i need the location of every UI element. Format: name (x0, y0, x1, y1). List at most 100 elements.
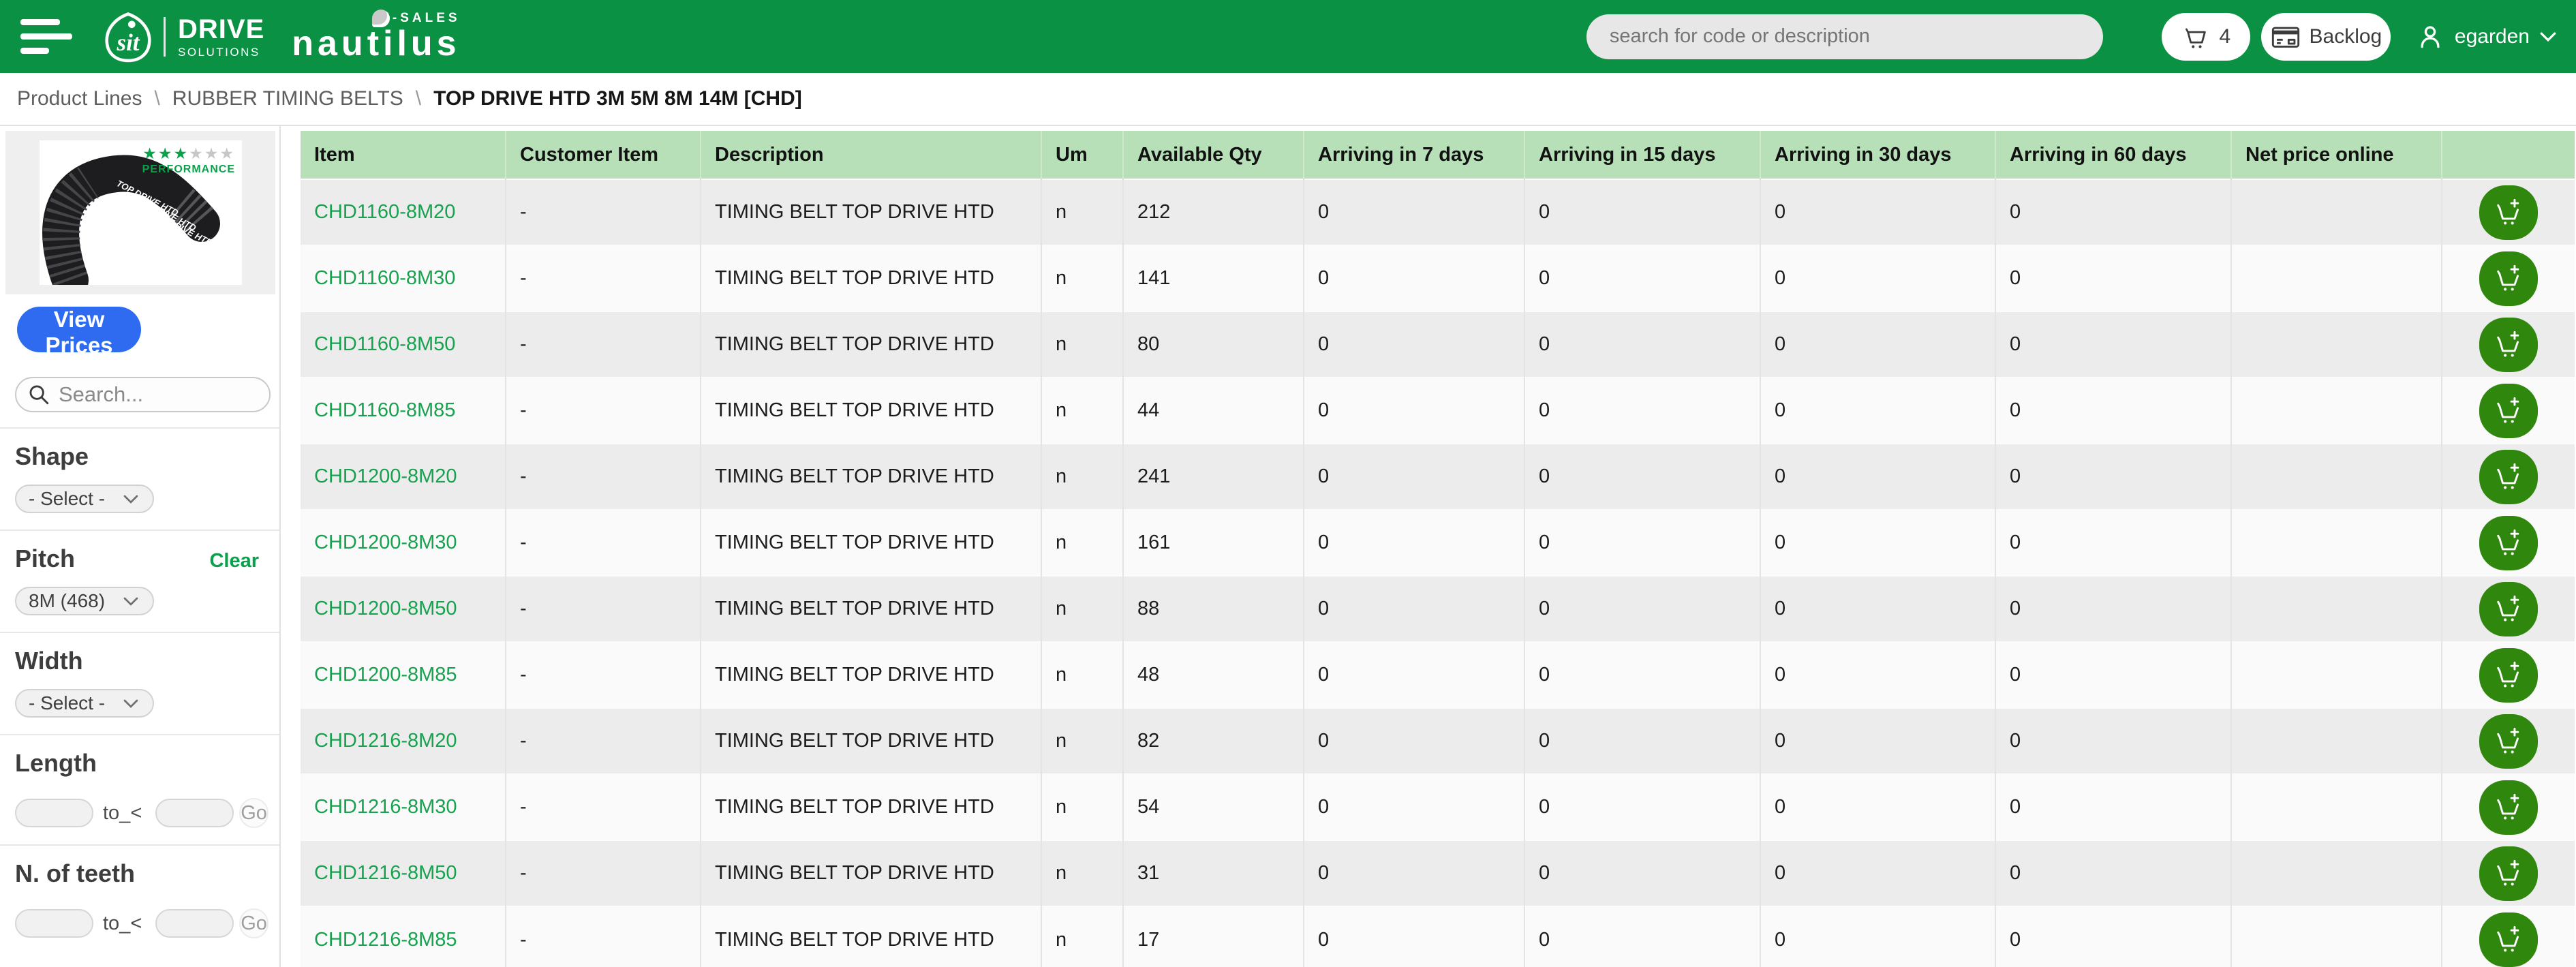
arriving-30-cell: 0 (1760, 444, 1995, 510)
table-row: CHD1216-8M30 - TIMING BELT TOP DRIVE HTD… (301, 774, 2575, 840)
col-arriving-30: Arriving in 30 days (1760, 131, 1995, 179)
shape-label: Shape (15, 442, 89, 471)
item-code-link[interactable]: CHD1160-8M30 (314, 267, 455, 289)
add-to-cart-button[interactable] (2479, 780, 2538, 835)
length-min-input[interactable] (15, 799, 93, 827)
description-cell: TIMING BELT TOP DRIVE HTD (701, 906, 1041, 967)
item-code-link[interactable]: CHD1216-8M20 (314, 730, 457, 752)
arriving-30-cell: 0 (1760, 179, 1995, 245)
item-code-link[interactable]: CHD1200-8M30 (314, 532, 457, 553)
backlog-button[interactable]: Backlog (2261, 13, 2391, 61)
available-qty-cell: 141 (1123, 245, 1304, 311)
arriving-30-cell: 0 (1760, 642, 1995, 708)
add-to-cart-button[interactable] (2479, 648, 2538, 703)
add-to-cart-button[interactable] (2479, 516, 2538, 570)
add-to-cart-button[interactable] (2479, 846, 2538, 901)
col-actions (2442, 131, 2575, 179)
cart-button[interactable]: 4 (2162, 13, 2250, 61)
customer-item-cell: - (506, 179, 701, 245)
um-cell: n (1041, 245, 1123, 311)
filter-search-input[interactable] (59, 382, 249, 407)
description-cell: TIMING BELT TOP DRIVE HTD (701, 840, 1041, 906)
add-to-cart-button[interactable] (2479, 384, 2538, 438)
add-to-cart-button[interactable] (2479, 582, 2538, 636)
backlog-card-icon (2270, 21, 2301, 52)
shape-select[interactable]: - Select - (15, 485, 154, 513)
arriving-7-cell: 0 (1304, 444, 1524, 510)
width-label: Width (15, 647, 83, 675)
add-to-cart-button[interactable] (2479, 450, 2538, 504)
available-qty-cell: 17 (1123, 906, 1304, 967)
available-qty-cell: 82 (1123, 708, 1304, 774)
item-code-link[interactable]: CHD1160-8M85 (314, 399, 455, 421)
arriving-30-cell: 0 (1760, 774, 1995, 840)
item-code-link[interactable]: CHD1216-8M85 (314, 929, 457, 951)
length-max-input[interactable] (155, 799, 234, 827)
cart-plus-icon (2491, 261, 2526, 296)
arriving-15-cell: 0 (1524, 311, 1760, 378)
filter-section-length: Length to_< Go (0, 734, 279, 844)
table-row: CHD1160-8M30 - TIMING BELT TOP DRIVE HTD… (301, 245, 2575, 311)
customer-item-cell: - (506, 840, 701, 906)
breadcrumb: Product Lines \ RUBBER TIMING BELTS \ TO… (0, 73, 2576, 126)
add-to-cart-button[interactable] (2479, 912, 2538, 967)
arriving-7-cell: 0 (1304, 774, 1524, 840)
item-code-link[interactable]: CHD1216-8M30 (314, 796, 457, 818)
teeth-go-button[interactable]: Go (239, 908, 269, 938)
um-cell: n (1041, 378, 1123, 444)
net-price-cell (2231, 708, 2442, 774)
pitch-clear-link[interactable]: Clear (209, 550, 259, 572)
um-cell: n (1041, 444, 1123, 510)
length-label: Length (15, 749, 97, 778)
breadcrumb-category[interactable]: RUBBER TIMING BELTS (172, 87, 403, 110)
table-header-row: Item Customer Item Description Um Availa… (301, 131, 2575, 179)
arriving-7-cell: 0 (1304, 245, 1524, 311)
table-row: CHD1200-8M85 - TIMING BELT TOP DRIVE HTD… (301, 642, 2575, 708)
description-cell: TIMING BELT TOP DRIVE HTD (701, 311, 1041, 378)
arriving-60-cell: 0 (1995, 378, 2231, 444)
length-go-button[interactable]: Go (239, 798, 269, 828)
cart-plus-icon (2491, 459, 2526, 495)
search-input[interactable] (1586, 14, 2103, 59)
item-code-link[interactable]: CHD1160-8M50 (314, 333, 455, 355)
cart-plus-icon (2491, 525, 2526, 561)
cart-plus-icon (2491, 856, 2526, 891)
hamburger-menu-icon[interactable] (20, 19, 75, 54)
breadcrumb-product-lines[interactable]: Product Lines (17, 87, 142, 110)
teeth-max-input[interactable] (155, 909, 234, 938)
col-available-qty: Available Qty (1123, 131, 1304, 179)
arriving-60-cell: 0 (1995, 906, 2231, 967)
add-to-cart-button[interactable] (2479, 251, 2538, 306)
user-menu[interactable]: egarden (2415, 22, 2557, 52)
view-prices-button[interactable]: View Prices (17, 307, 141, 352)
pitch-select[interactable]: 8M (468) (15, 587, 154, 615)
description-cell: TIMING BELT TOP DRIVE HTD (701, 245, 1041, 311)
add-to-cart-button[interactable] (2479, 185, 2538, 240)
table-row: CHD1160-8M85 - TIMING BELT TOP DRIVE HTD… (301, 378, 2575, 444)
item-code-link[interactable]: CHD1200-8M85 (314, 664, 457, 686)
add-to-cart-button[interactable] (2479, 318, 2538, 372)
col-arriving-15: Arriving in 15 days (1524, 131, 1760, 179)
table-row: CHD1216-8M85 - TIMING BELT TOP DRIVE HTD… (301, 906, 2575, 967)
arriving-60-cell: 0 (1995, 179, 2231, 245)
arriving-15-cell: 0 (1524, 378, 1760, 444)
description-cell: TIMING BELT TOP DRIVE HTD (701, 708, 1041, 774)
cart-plus-icon (2491, 327, 2526, 363)
arriving-60-cell: 0 (1995, 840, 2231, 906)
col-customer-item: Customer Item (506, 131, 701, 179)
customer-item-cell: - (506, 642, 701, 708)
net-price-cell (2231, 245, 2442, 311)
breadcrumb-current-page: TOP DRIVE HTD 3M 5M 8M 14M [CHD] (433, 87, 802, 110)
width-select[interactable]: - Select - (15, 689, 154, 718)
brand-divider (164, 17, 166, 57)
customer-item-cell: - (506, 906, 701, 967)
item-code-link[interactable]: CHD1200-8M50 (314, 598, 457, 619)
item-code-link[interactable]: CHD1200-8M20 (314, 465, 457, 487)
arriving-60-cell: 0 (1995, 774, 2231, 840)
filter-search-box[interactable] (15, 377, 271, 412)
item-code-link[interactable]: CHD1160-8M20 (314, 201, 455, 223)
add-to-cart-button[interactable] (2479, 714, 2538, 769)
teeth-min-input[interactable] (15, 909, 93, 938)
item-code-link[interactable]: CHD1216-8M50 (314, 862, 457, 884)
col-arriving-7: Arriving in 7 days (1304, 131, 1524, 179)
